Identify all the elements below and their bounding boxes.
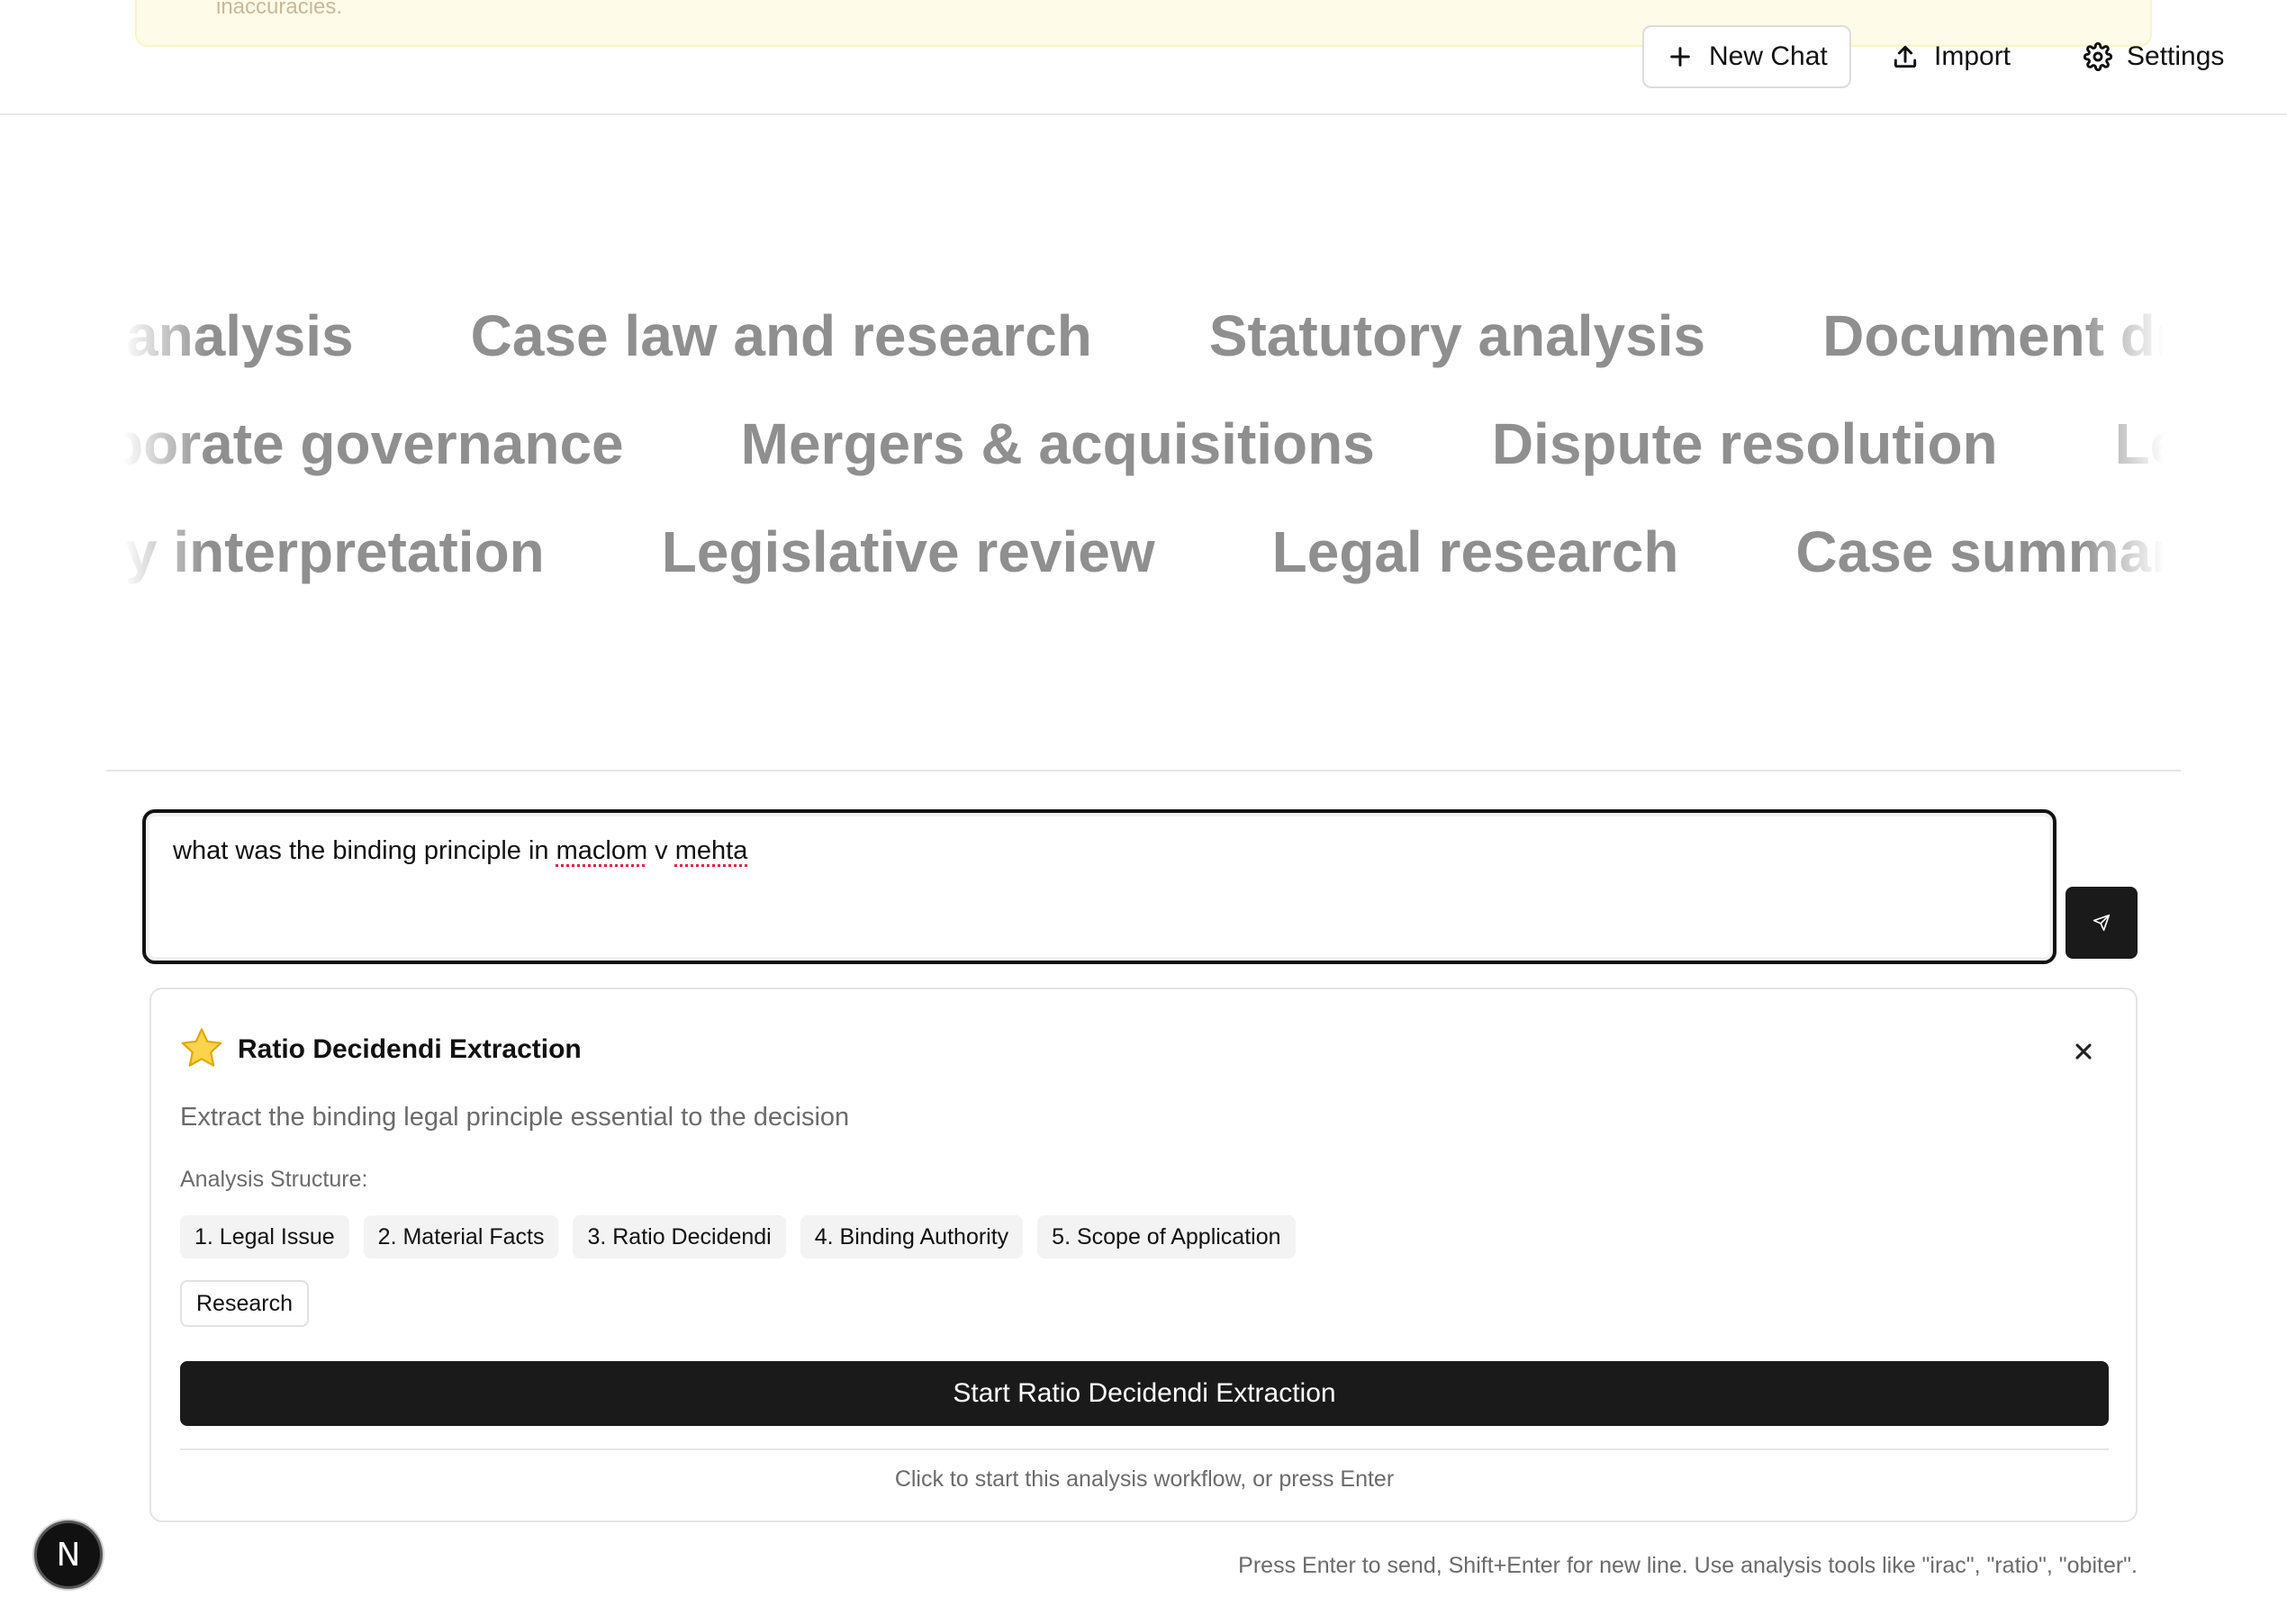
- input-text-part: what was the binding principle in: [173, 836, 556, 865]
- capabilities-marquee: analysis Case law and research Statutory…: [108, 279, 2179, 603]
- step-chip: 2. Material Facts: [363, 1215, 559, 1259]
- chat-input[interactable]: what was the binding principle in maclom…: [142, 809, 2056, 964]
- avatar[interactable]: N: [34, 1520, 103, 1589]
- chat-input-value[interactable]: what was the binding principle in maclom…: [173, 836, 747, 866]
- misspelled-word: mehta: [674, 836, 748, 865]
- analysis-steps: 1. Legal Issue 2. Material Facts 3. Rati…: [180, 1215, 1296, 1259]
- new-chat-button[interactable]: New Chat: [1642, 25, 1851, 88]
- marquee-item: Statutory analysis: [1208, 303, 1706, 368]
- marquee-item: Legislative review: [661, 519, 1155, 584]
- analysis-tool-card: Ratio Decidendi Extraction Extract the b…: [149, 988, 2138, 1522]
- marquee-item: porate governance: [108, 411, 624, 476]
- send-button[interactable]: [2066, 887, 2138, 959]
- tool-description: Extract the binding legal principle esse…: [180, 1103, 850, 1132]
- marquee-item: Mergers & acquisitions: [740, 411, 1375, 476]
- star-icon: [181, 1028, 222, 1067]
- section-divider: [106, 770, 2181, 771]
- import-button[interactable]: Import: [1869, 25, 2032, 88]
- import-label: Import: [1934, 41, 2011, 71]
- marquee-item: ry interpretation: [108, 519, 545, 584]
- misspelled-word: maclom: [556, 836, 648, 865]
- upload-icon: [1894, 45, 1917, 68]
- step-chip: 1. Legal Issue: [180, 1215, 349, 1259]
- card-hint: Click to start this analysis workflow, o…: [894, 1466, 1395, 1492]
- top-header: New Chat Import Settings: [0, 0, 2287, 115]
- marquee-item: Legal research: [1271, 519, 1679, 584]
- send-icon: [2093, 914, 2111, 932]
- analysis-structure-label: Analysis Structure:: [180, 1167, 368, 1192]
- keyboard-hint: Press Enter to send, Shift+Enter for new…: [1238, 1553, 2138, 1578]
- marquee-item: Case law and research: [470, 303, 1092, 368]
- settings-button[interactable]: Settings: [2062, 25, 2246, 88]
- marquee-item: Dispute resolution: [1491, 411, 1998, 476]
- marquee-item: Case summaries: [1795, 519, 2179, 584]
- tool-title: Ratio Decidendi Extraction: [238, 1034, 582, 1064]
- marquee-row-3: ry interpretation Legislative review Leg…: [108, 519, 2179, 585]
- card-divider: [180, 1448, 2109, 1450]
- plus-icon: [1670, 47, 1690, 67]
- marquee-row-2: porate governance Mergers & acquisitions…: [108, 411, 2179, 477]
- marquee-item: Legal: [2114, 411, 2179, 476]
- gear-icon: [2084, 42, 2112, 71]
- marquee-item: analysis: [126, 303, 354, 368]
- settings-label: Settings: [2127, 41, 2225, 71]
- marquee-item: Document drafti: [1822, 303, 2179, 368]
- step-chip: 4. Binding Authority: [800, 1215, 1024, 1259]
- input-text-part: v: [647, 836, 675, 865]
- category-tag: Research: [180, 1280, 309, 1327]
- marquee-row-1: analysis Case law and research Statutory…: [126, 302, 2179, 369]
- close-button[interactable]: [2071, 1039, 2096, 1064]
- step-chip: 5. Scope of Application: [1037, 1215, 1296, 1259]
- step-chip: 3. Ratio Decidendi: [573, 1215, 786, 1259]
- close-icon: [2075, 1043, 2092, 1060]
- start-analysis-button[interactable]: Start Ratio Decidendi Extraction: [180, 1361, 2109, 1426]
- new-chat-label: New Chat: [1709, 41, 1828, 71]
